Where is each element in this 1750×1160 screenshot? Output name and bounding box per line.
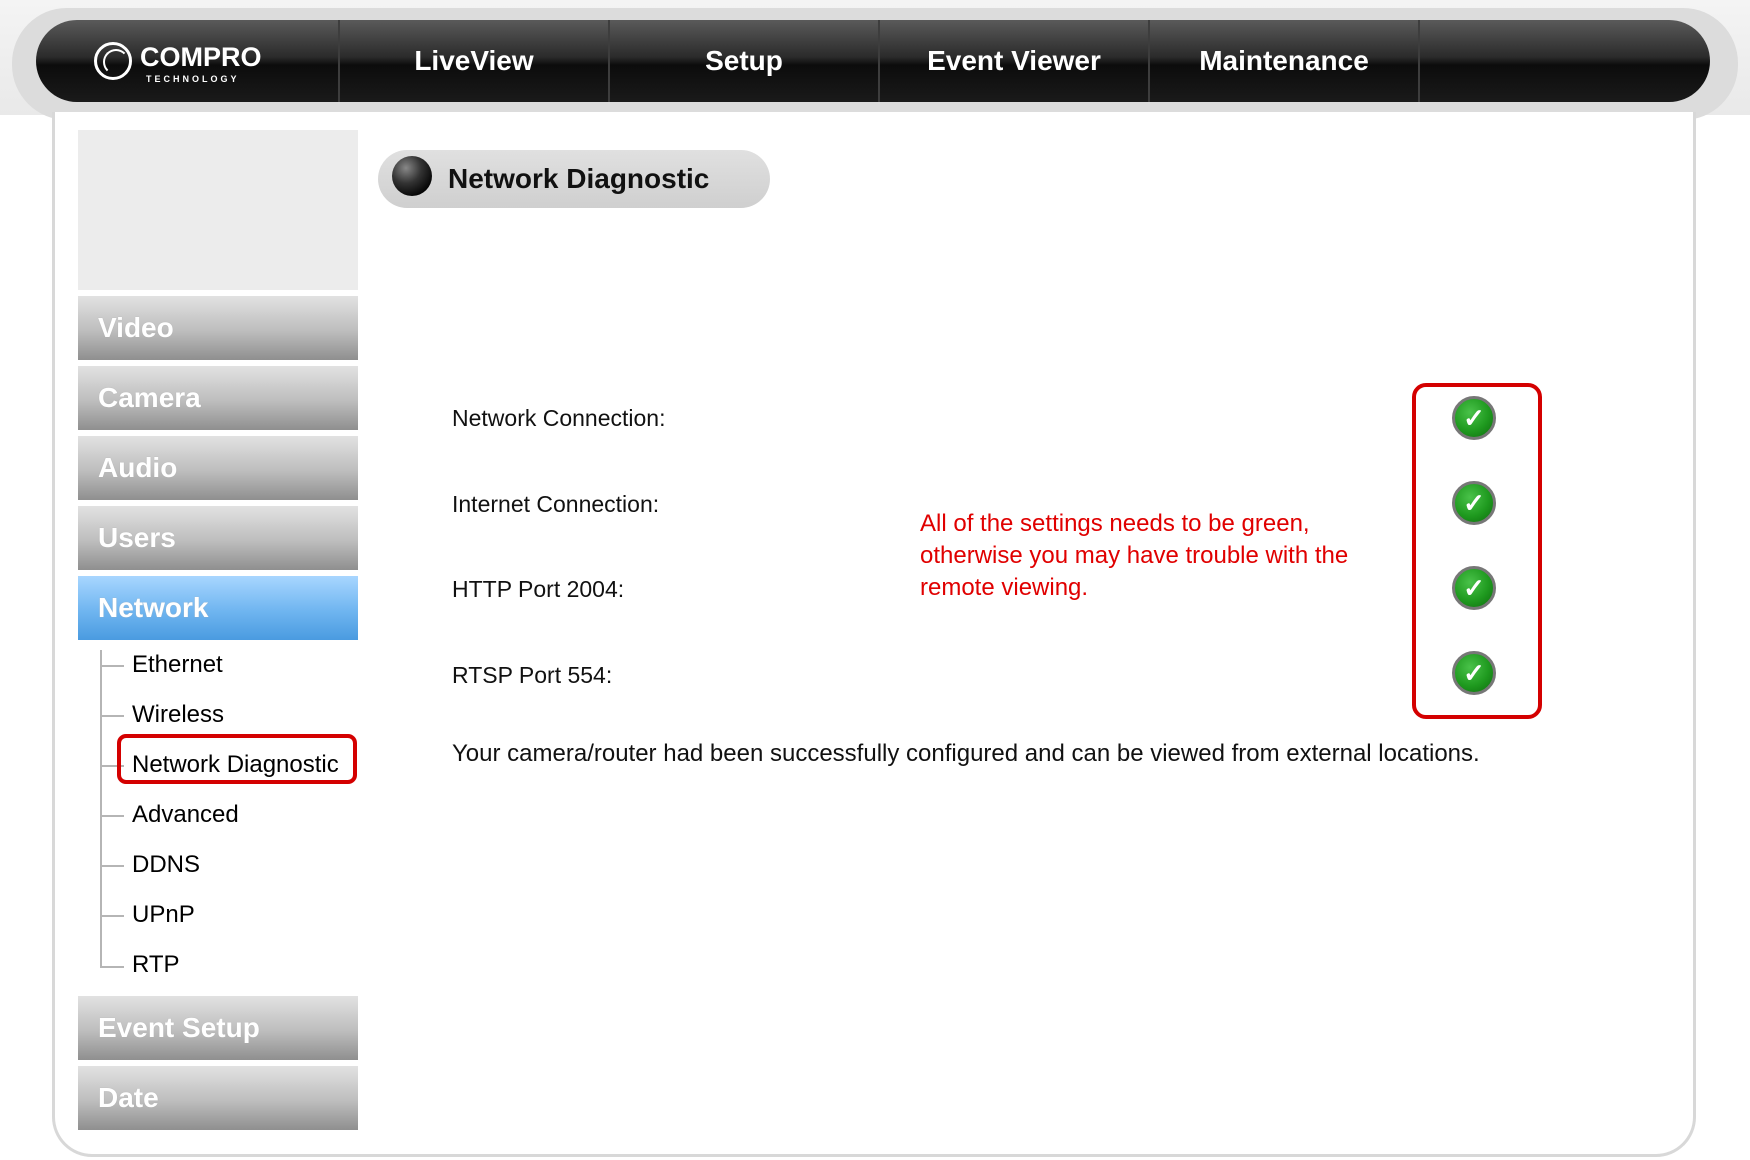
tree-branch xyxy=(100,715,124,717)
nav-event-viewer[interactable]: Event Viewer xyxy=(878,20,1148,102)
subnav-tree-line xyxy=(100,650,102,968)
nav-maintenance[interactable]: Maintenance xyxy=(1148,20,1418,102)
nav-liveview[interactable]: LiveView xyxy=(338,20,608,102)
check-label-network: Network Connection: xyxy=(452,405,666,431)
title-bullet-icon xyxy=(392,156,432,196)
status-message: Your camera/router had been successfully… xyxy=(452,740,1480,767)
subnav-upnp[interactable]: UPnP xyxy=(132,901,195,929)
check-label-internet: Internet Connection: xyxy=(452,491,660,517)
logo-text: COMPRO xyxy=(140,42,262,72)
selected-item-highlight xyxy=(117,734,357,784)
tree-branch xyxy=(100,966,124,968)
annotation-note: All of the settings needs to be green, o… xyxy=(920,510,1349,601)
sidebar-item-audio[interactable]: Audio xyxy=(78,436,358,500)
status-highlight-box xyxy=(1412,383,1542,719)
logo-subtext: TECHNOLOGY xyxy=(146,74,240,84)
tree-branch xyxy=(100,915,124,917)
sidebar-item-date[interactable]: Date xyxy=(78,1066,358,1130)
nav-divider xyxy=(1418,20,1420,102)
subnav-advanced[interactable]: Advanced xyxy=(132,801,239,829)
subnav-rtp[interactable]: RTP xyxy=(132,951,180,979)
tree-branch xyxy=(100,865,124,867)
tree-branch xyxy=(100,665,124,667)
sidebar-item-camera[interactable]: Camera xyxy=(78,366,358,430)
sidebar-item-video[interactable]: Video xyxy=(78,296,358,360)
sidebar-item-event-setup[interactable]: Event Setup xyxy=(78,996,358,1060)
subnav-ddns[interactable]: DDNS xyxy=(132,851,200,879)
top-navbar: COMPRO TECHNOLOGY LiveView Setup Event V… xyxy=(36,20,1710,102)
sidebar-logo-area xyxy=(78,130,358,290)
logo-circle-icon xyxy=(94,42,132,80)
subnav-ethernet[interactable]: Ethernet xyxy=(132,651,223,679)
check-label-rtsp: RTSP Port 554: xyxy=(452,662,613,688)
tree-branch xyxy=(100,815,124,817)
sidebar-item-network[interactable]: Network xyxy=(78,576,358,640)
page-title: Network Diagnostic xyxy=(448,163,710,194)
sidebar-item-users[interactable]: Users xyxy=(78,506,358,570)
subnav-wireless[interactable]: Wireless xyxy=(132,701,224,729)
check-label-http: HTTP Port 2004: xyxy=(452,576,625,602)
nav-setup[interactable]: Setup xyxy=(608,20,878,102)
